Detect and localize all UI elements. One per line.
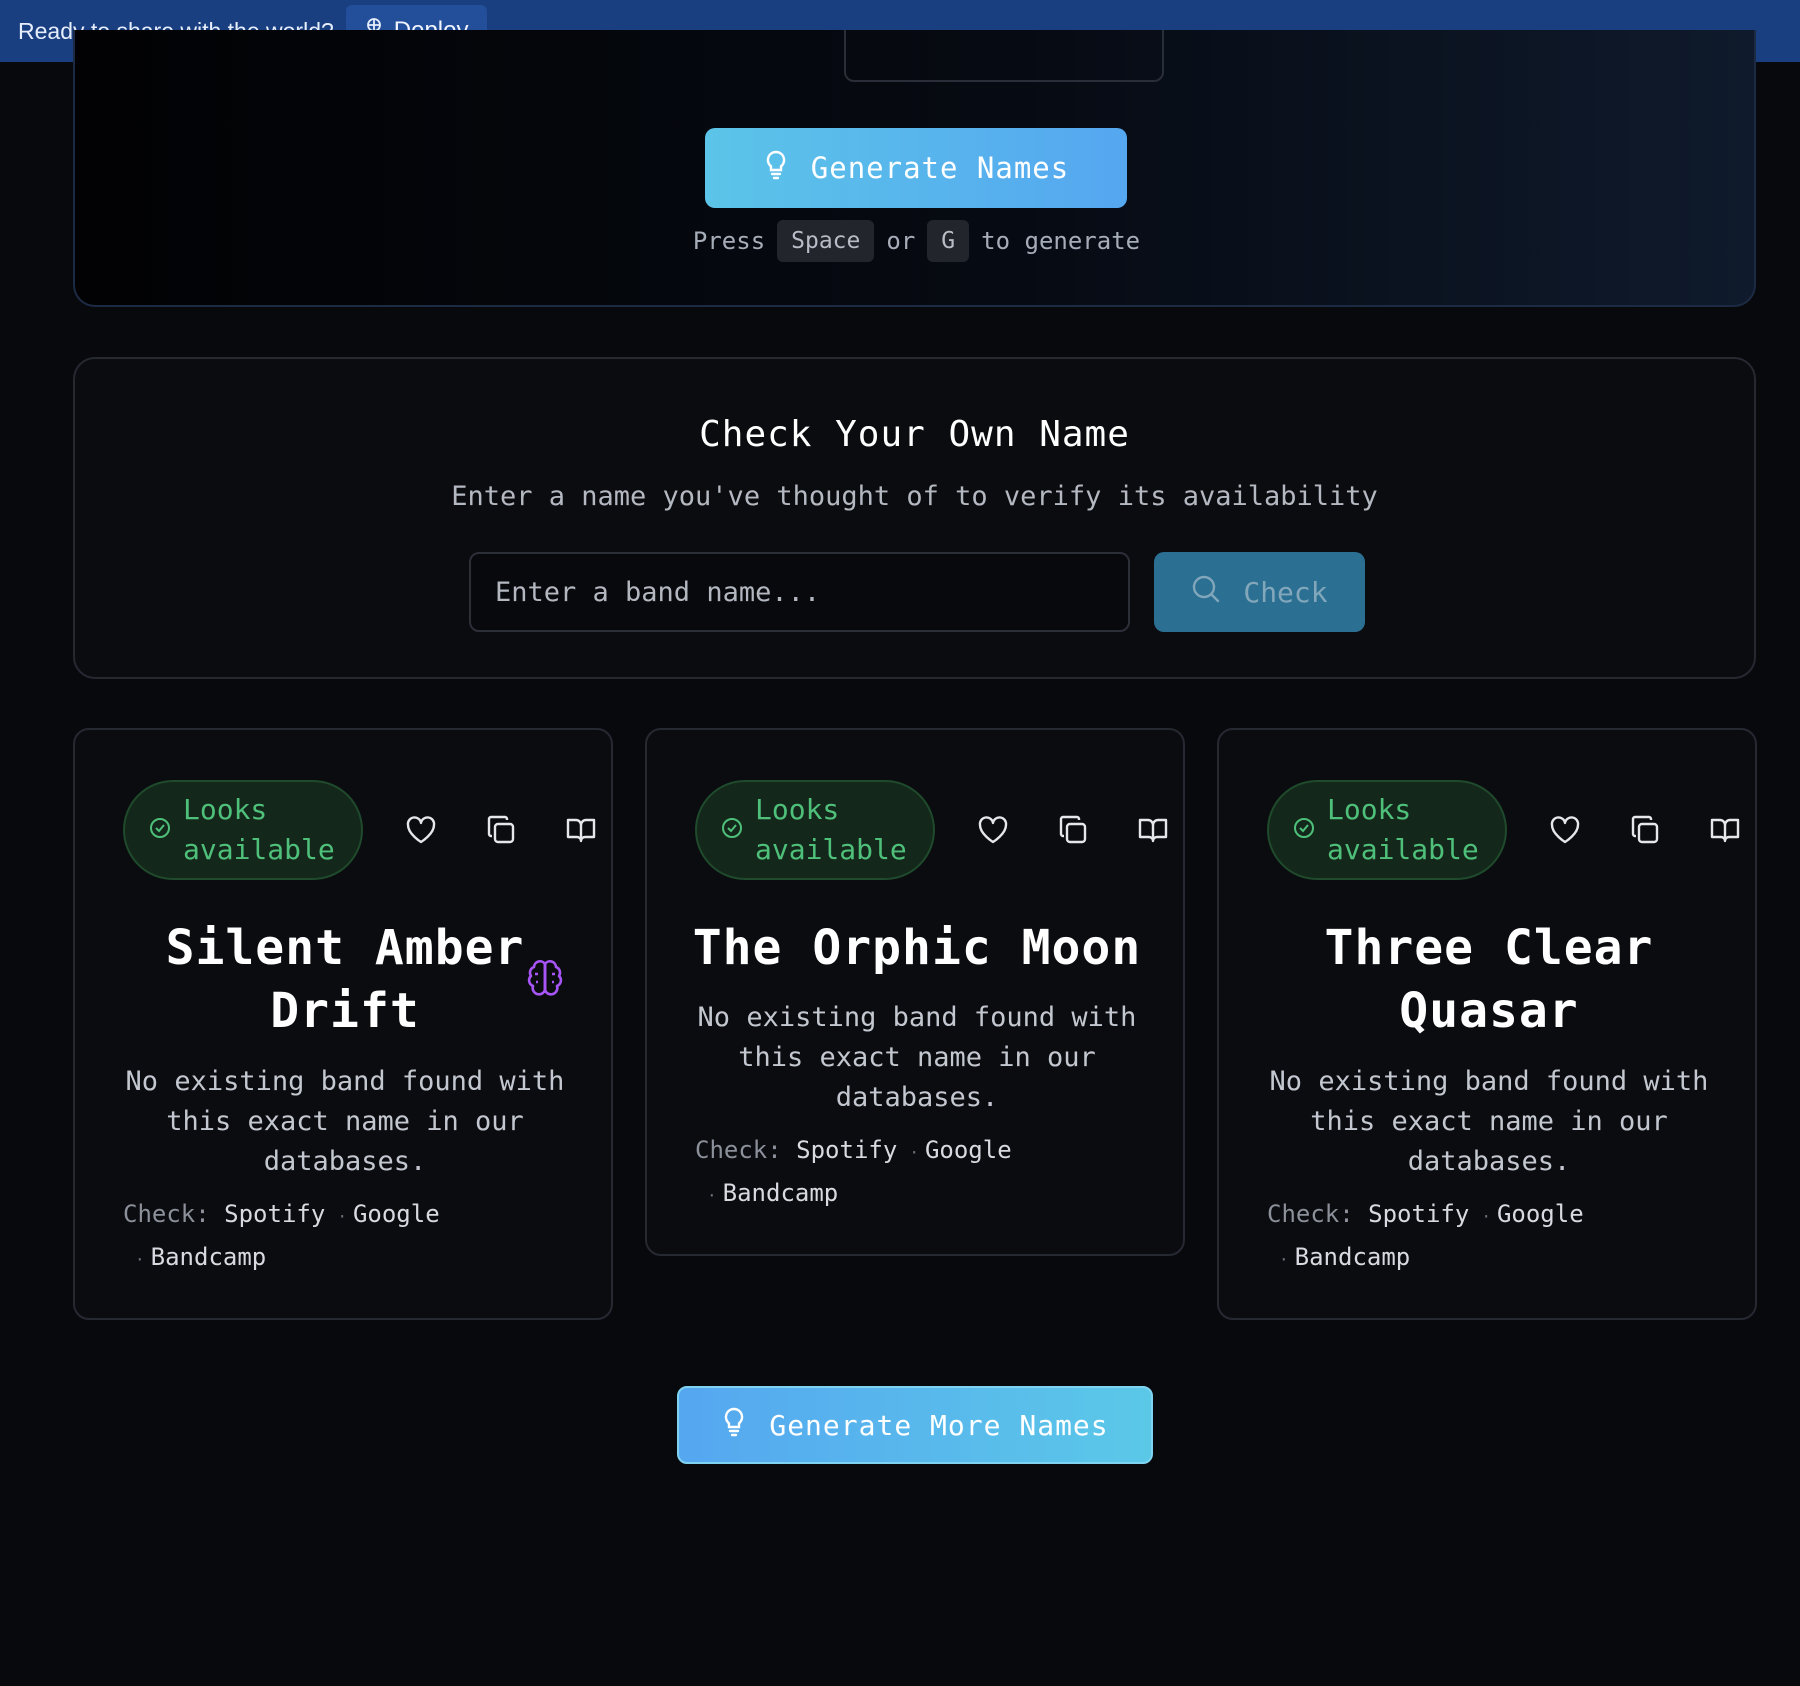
check-links: Check: Spotify · Google · Bandcamp — [695, 1136, 1012, 1207]
generate-names-button[interactable]: Generate Names — [705, 128, 1127, 208]
card-description: No existing band found with this exact n… — [697, 1002, 1137, 1113]
hint-press: Press — [692, 227, 766, 255]
google-link[interactable]: Google — [1497, 1200, 1584, 1228]
availability-badge: Looks available — [123, 780, 363, 880]
copy-icon[interactable] — [1625, 810, 1665, 850]
book-icon[interactable] — [1705, 810, 1745, 850]
lightbulb-icon — [763, 149, 789, 188]
badge-line2: available — [755, 833, 907, 866]
badge-line2: available — [1327, 833, 1479, 866]
book-icon[interactable] — [1133, 810, 1173, 850]
kbd-space: Space — [777, 220, 875, 262]
kbd-g: G — [927, 220, 970, 262]
check-button[interactable]: Check — [1154, 552, 1365, 632]
keyboard-hint: Press Space or G to generate — [75, 220, 1758, 262]
generate-more-button[interactable]: Generate More Names — [677, 1386, 1153, 1464]
check-name-panel: Check Your Own Name Enter a name you've … — [73, 357, 1756, 679]
band-name: Silent Amber Drift — [165, 920, 525, 1039]
card-description: No existing band found with this exact n… — [125, 1066, 565, 1177]
generator-panel: Generate Names Press Space or G to gener… — [73, 30, 1756, 307]
brain-icon[interactable] — [525, 958, 565, 1002]
band-name-input[interactable] — [469, 552, 1130, 632]
badge-line1: Looks — [1327, 793, 1412, 826]
copy-icon[interactable] — [481, 810, 521, 850]
check-label: Check: — [123, 1200, 210, 1228]
spotify-link[interactable]: Spotify — [224, 1200, 325, 1228]
bandcamp-link[interactable]: Bandcamp — [1295, 1243, 1411, 1271]
copy-icon[interactable] — [1053, 810, 1093, 850]
check-circle-icon — [1293, 817, 1315, 843]
spotify-link[interactable]: Spotify — [1368, 1200, 1469, 1228]
generate-more-label: Generate More Names — [769, 1408, 1109, 1442]
google-link[interactable]: Google — [353, 1200, 440, 1228]
bandcamp-link[interactable]: Bandcamp — [723, 1179, 839, 1207]
heart-icon[interactable] — [401, 810, 441, 850]
generator-options-field[interactable] — [844, 30, 1164, 82]
badge-line1: Looks — [183, 793, 268, 826]
badge-line1: Looks — [755, 793, 840, 826]
generate-names-label: Generate Names — [810, 151, 1070, 185]
name-card: Looks available Three Clear Quasar No ex… — [1217, 728, 1757, 1320]
name-card: Looks available Silent Amber Drift No ex… — [73, 728, 613, 1320]
check-circle-icon — [149, 817, 171, 843]
band-name: Three Clear Quasar — [1324, 920, 1654, 1039]
band-name: The Orphic Moon — [692, 920, 1142, 976]
badge-line2: available — [183, 833, 335, 866]
heart-icon[interactable] — [973, 810, 1013, 850]
hint-or: or — [886, 227, 916, 255]
name-card: Looks available The Orphic Moon No exist… — [645, 728, 1185, 1256]
check-button-label: Check — [1243, 575, 1328, 609]
hint-suffix: to generate — [981, 227, 1141, 255]
check-panel-subtitle: Enter a name you've thought of to verify… — [451, 481, 1378, 512]
google-link[interactable]: Google — [925, 1136, 1012, 1164]
check-links: Check: Spotify · Google · Bandcamp — [123, 1200, 440, 1271]
lightbulb-icon — [721, 1406, 747, 1445]
heart-icon[interactable] — [1545, 810, 1585, 850]
check-panel-title: Check Your Own Name — [699, 414, 1130, 455]
card-description: No existing band found with this exact n… — [1269, 1066, 1709, 1177]
check-circle-icon — [721, 817, 743, 843]
bandcamp-link[interactable]: Bandcamp — [151, 1243, 267, 1271]
search-icon — [1191, 574, 1221, 611]
availability-badge: Looks available — [695, 780, 935, 880]
check-label: Check: — [1267, 1200, 1354, 1228]
check-links: Check: Spotify · Google · Bandcamp — [1267, 1200, 1584, 1271]
availability-badge: Looks available — [1267, 780, 1507, 880]
check-label: Check: — [695, 1136, 782, 1164]
spotify-link[interactable]: Spotify — [796, 1136, 897, 1164]
book-icon[interactable] — [561, 810, 601, 850]
